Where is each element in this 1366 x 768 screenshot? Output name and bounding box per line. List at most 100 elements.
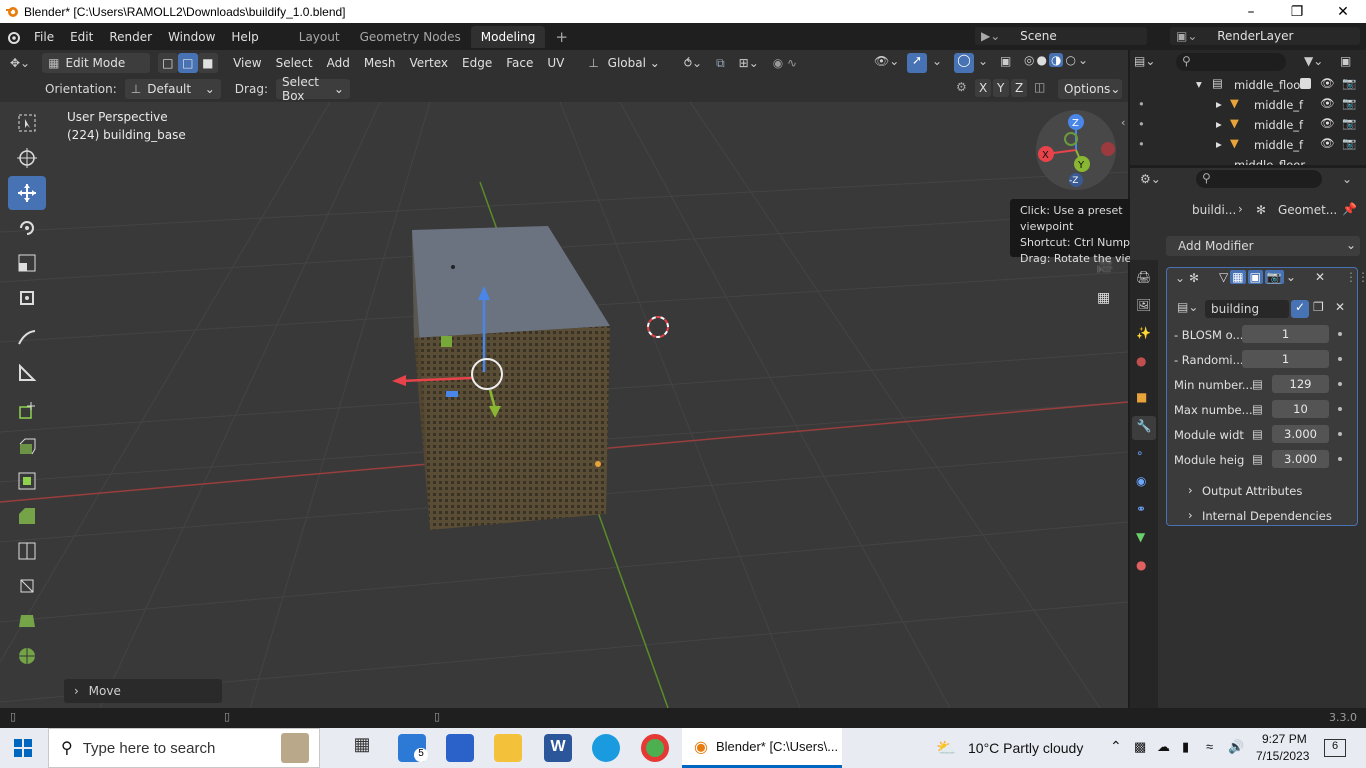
- blender-menu-icon[interactable]: [0, 30, 26, 44]
- chevron-down-icon[interactable]: ⌄: [1342, 172, 1352, 186]
- outliner-row[interactable]: ▾ ▤ middle_floor 👁 📷: [1130, 75, 1366, 95]
- edit-mode-toggle-icon[interactable]: ▽: [1219, 270, 1228, 284]
- extrude-tool-icon[interactable]: [8, 429, 46, 463]
- expand-icon[interactable]: ▸: [1216, 117, 1222, 131]
- filter-icon[interactable]: ▼⌄: [1304, 54, 1323, 68]
- node-group-browse-icon[interactable]: ▤⌄: [1177, 300, 1205, 318]
- overlay-toggle-icon[interactable]: ◯: [954, 53, 974, 73]
- close-icon[interactable]: ✕: [1320, 0, 1366, 23]
- menu-render[interactable]: Render: [101, 30, 160, 44]
- node-group-name-field[interactable]: building: [1205, 300, 1289, 318]
- network-tray-icon[interactable]: ☁: [1157, 739, 1170, 755]
- attribute-toggle-icon[interactable]: ▤: [1252, 402, 1263, 416]
- menu-edge[interactable]: Edge: [455, 56, 499, 70]
- new-collection-icon[interactable]: ▣: [1340, 54, 1351, 68]
- bevel-tool-icon[interactable]: [8, 499, 46, 533]
- camera-icon[interactable]: 📷: [1342, 116, 1356, 130]
- edge-select-icon[interactable]: □: [178, 53, 199, 73]
- camera-icon[interactable]: 📷: [1342, 136, 1356, 150]
- fake-user-icon[interactable]: ✓: [1291, 300, 1309, 318]
- internal-dependencies-subpanel[interactable]: › Internal Dependencies: [1188, 506, 1366, 526]
- chevron-up-icon[interactable]: ⌃: [1110, 738, 1122, 755]
- input-value[interactable]: 1: [1242, 325, 1329, 343]
- render-tab-icon[interactable]: 🖨: [1136, 270, 1151, 284]
- remove-modifier-icon[interactable]: ✕: [1315, 270, 1325, 284]
- input-value[interactable]: 3.000: [1272, 425, 1329, 443]
- shading-dropdown-icon[interactable]: ⌄: [1078, 53, 1088, 67]
- transform-orientation[interactable]: ⊥ Global ⌄: [581, 56, 666, 70]
- expand-icon[interactable]: ▸: [1216, 137, 1222, 151]
- minimize-icon[interactable]: –: [1228, 0, 1274, 23]
- attribute-toggle-icon[interactable]: ▤: [1252, 427, 1263, 441]
- keyframe-dot-icon[interactable]: [1338, 407, 1342, 411]
- inset-tool-icon[interactable]: [8, 464, 46, 498]
- chevron-down-icon[interactable]: ⌄: [1286, 270, 1296, 284]
- drag-handle-icon[interactable]: ⋮⋮: [1345, 270, 1366, 284]
- mail-icon[interactable]: 5: [398, 734, 428, 762]
- edge-browser-icon[interactable]: [592, 734, 620, 762]
- measure-tool-icon[interactable]: [8, 356, 46, 390]
- taskbar-blender-app[interactable]: ◉ Blender* [C:\Users\...: [682, 728, 842, 768]
- output-attributes-subpanel[interactable]: › Output Attributes: [1188, 481, 1366, 501]
- last-operator-panel[interactable]: › Move: [64, 679, 222, 703]
- menu-uv[interactable]: UV: [540, 56, 571, 70]
- modifier-tab-icon[interactable]: 🔧: [1132, 416, 1156, 440]
- vertex-select-icon[interactable]: □: [158, 53, 179, 73]
- visibility-icon[interactable]: 👁⌄: [874, 54, 899, 68]
- wireframe-shading-icon[interactable]: ◎: [1024, 53, 1034, 67]
- loop-cut-tool-icon[interactable]: [8, 534, 46, 568]
- camera-icon[interactable]: 📷: [1342, 76, 1356, 90]
- annotate-tool-icon[interactable]: [8, 321, 46, 355]
- xray-icon[interactable]: ▣: [1000, 54, 1011, 68]
- outliner-editor-icon[interactable]: ▤⌄: [1134, 54, 1155, 68]
- viewport-toggle-icon[interactable]: ▣: [1247, 270, 1263, 284]
- solid-shading-icon[interactable]: ●: [1036, 53, 1046, 67]
- eye-icon[interactable]: 👁: [1320, 76, 1335, 90]
- render-toggle-icon[interactable]: 📷: [1264, 270, 1284, 284]
- properties-editor-icon[interactable]: ⚙⌄: [1140, 172, 1161, 186]
- gizmo-toggle-icon[interactable]: ➚: [907, 53, 927, 73]
- notification-icon[interactable]: 6: [1324, 739, 1346, 757]
- face-select-icon[interactable]: ■: [198, 53, 219, 73]
- constraints-tab-icon[interactable]: ⚭: [1136, 502, 1146, 516]
- duplicate-icon[interactable]: ❐: [1313, 300, 1324, 314]
- knife-tool-icon[interactable]: [8, 569, 46, 603]
- eye-icon[interactable]: 👁: [1320, 136, 1335, 150]
- sidebar-toggle-icon[interactable]: ‹: [1121, 116, 1125, 129]
- 3d-viewport[interactable]: Z X Y -Z ‹ 🎥 ▦: [0, 102, 1128, 708]
- material-tab-icon[interactable]: ●: [1136, 558, 1146, 572]
- gizmo-plane-handle[interactable]: [446, 391, 458, 397]
- data-tab-icon[interactable]: ▼: [1136, 530, 1145, 544]
- particles-tab-icon[interactable]: ∘: [1136, 446, 1144, 460]
- eye-icon[interactable]: 👁: [1320, 96, 1335, 110]
- chrome-icon[interactable]: [641, 734, 669, 762]
- cage-toggle-icon[interactable]: ▦: [1230, 270, 1246, 284]
- orientation-dropdown[interactable]: ⊥ Default ⌄: [124, 79, 221, 99]
- pin-icon[interactable]: 📌: [1342, 202, 1357, 216]
- snap-icon[interactable]: ⧉: [709, 56, 732, 71]
- input-value[interactable]: 3.000: [1272, 450, 1329, 468]
- checkbox-icon[interactable]: [1300, 78, 1311, 89]
- weather-icon[interactable]: ⛅: [936, 738, 956, 758]
- drag-dropdown[interactable]: Select Box ⌄: [275, 75, 350, 103]
- battery-icon[interactable]: ▮: [1182, 739, 1189, 755]
- keyframe-dot-icon[interactable]: [1338, 457, 1342, 461]
- menu-edit[interactable]: Edit: [62, 30, 101, 44]
- clock-time[interactable]: 9:27 PM: [1262, 732, 1307, 746]
- mirror-z-button[interactable]: Z: [1011, 79, 1027, 97]
- keyframe-dot-icon[interactable]: [1338, 382, 1342, 386]
- weather-label[interactable]: 10°C Partly cloudy: [968, 740, 1083, 756]
- windows-start-icon[interactable]: [14, 739, 32, 757]
- view-layer-tab-icon[interactable]: ✨: [1136, 326, 1151, 340]
- menu-window[interactable]: Window: [160, 30, 223, 44]
- menu-select[interactable]: Select: [269, 56, 320, 70]
- add-cube-tool-icon[interactable]: [8, 394, 46, 428]
- auto-merge-icon[interactable]: ◫: [1034, 80, 1045, 94]
- input-value[interactable]: 10: [1272, 400, 1329, 418]
- outliner-row[interactable]: middle_floor: [1130, 155, 1366, 165]
- outliner-row[interactable]: • ▸ ▼ middle_f 👁 📷: [1130, 135, 1366, 155]
- world-tab-icon[interactable]: ●: [1136, 354, 1146, 368]
- collapse-icon[interactable]: ⌄: [1175, 271, 1185, 285]
- attribute-toggle-icon[interactable]: ▤: [1252, 377, 1263, 391]
- store-icon[interactable]: [446, 734, 474, 762]
